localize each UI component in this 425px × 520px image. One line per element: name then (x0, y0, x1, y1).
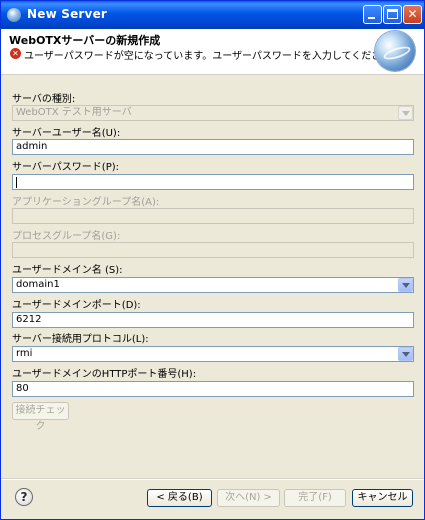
server-user-label: サーバーユーザー名(U): (12, 128, 121, 139)
minimize-icon (368, 17, 375, 19)
server-type-select: WebOTX テスト用サーバ (12, 105, 414, 121)
text-caret (16, 177, 17, 188)
maximize-button[interactable] (383, 5, 402, 24)
server-password-input[interactable] (12, 174, 414, 190)
wizard-header: WebOTXサーバーの新規作成 ✕ ユーザーパスワードが空になっています。ユーザ… (1, 29, 424, 75)
app-group-input (12, 208, 414, 224)
chevron-down-icon[interactable] (398, 278, 413, 292)
http-port-label: ユーザードメインのHTTPポート番号(H): (12, 369, 197, 380)
window-title: New Server (27, 7, 108, 21)
title-bar[interactable]: New Server ✕ (1, 1, 424, 29)
http-port-input[interactable]: 80 (12, 381, 414, 397)
connection-check-button[interactable]: 接続チェック (12, 402, 69, 432)
close-icon: ✕ (407, 7, 418, 21)
error-icon: ✕ (10, 48, 21, 59)
minimize-button[interactable] (363, 5, 382, 24)
server-user-input[interactable]: admin (12, 139, 414, 155)
process-group-label: プロセスグループ名(G): (12, 231, 121, 242)
chevron-down-icon (398, 106, 413, 120)
process-group-input (12, 242, 414, 258)
server-password-label: サーバーパスワード(P): (12, 162, 120, 173)
protocol-value: rmi (16, 348, 33, 359)
protocol-label: サーバー接続用プロトコル(L): (12, 334, 149, 345)
app-group-label: アプリケーショングループ名(A): (12, 197, 160, 208)
footer-separator (1, 478, 424, 480)
domain-port-value: 6212 (16, 314, 42, 325)
server-user-value: admin (16, 141, 48, 152)
error-message: ユーザーパスワードが空になっています。ユーザーパスワードを入力してください。 (24, 51, 402, 62)
eclipse-icon (7, 8, 21, 22)
user-domain-value: domain1 (16, 279, 60, 290)
chevron-down-icon[interactable] (398, 347, 413, 361)
user-domain-label: ユーザードメイン名 (S): (12, 265, 123, 276)
user-domain-select[interactable]: domain1 (12, 277, 414, 293)
cancel-button[interactable]: キャンセル (352, 489, 413, 507)
domain-port-label: ユーザードメインポート(D): (12, 300, 141, 311)
back-button[interactable]: < 戻る(B) (147, 489, 212, 507)
protocol-select[interactable]: rmi (12, 346, 414, 362)
server-type-label: サーバの種別: (12, 94, 76, 105)
new-server-dialog: New Server ✕ WebOTXサーバーの新規作成 ✕ ユーザーパスワード… (0, 0, 425, 520)
server-type-value: WebOTX テスト用サーバ (16, 107, 132, 118)
wizard-title: WebOTXサーバーの新規作成 (9, 34, 161, 47)
finish-button[interactable]: 完了(F) (284, 489, 346, 507)
maximize-icon (387, 9, 398, 19)
next-button[interactable]: 次へ(N) > (217, 489, 280, 507)
close-button[interactable]: ✕ (403, 5, 422, 24)
domain-port-input[interactable]: 6212 (12, 312, 414, 328)
help-icon[interactable]: ? (15, 488, 33, 506)
server-globe-icon (375, 31, 415, 71)
http-port-value: 80 (16, 383, 29, 394)
